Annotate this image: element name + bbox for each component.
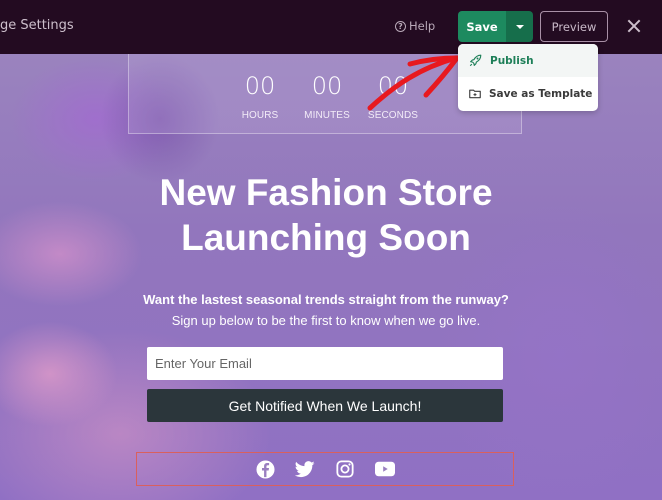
subheadline: Want the lastest seasonal trends straigh… [143, 292, 509, 307]
close-icon[interactable] [625, 17, 643, 35]
question-circle-icon: ? [395, 20, 406, 32]
landing-page-hero: 00 HOURS 00 MINUTES 00 SECONDS New Fashi… [0, 54, 662, 500]
social-icons-row [136, 452, 514, 486]
save-button[interactable]: Save [458, 11, 506, 42]
help-link[interactable]: ? Help [395, 19, 435, 33]
menu-item-label: Publish [490, 54, 534, 67]
help-label: Help [409, 19, 436, 33]
folder-icon [469, 89, 481, 99]
menu-item-save-as-template[interactable]: Save as Template [458, 77, 598, 110]
headline-line-2: Launching Soon [181, 217, 471, 258]
page-headline: New Fashion Store Launching Soon [100, 170, 552, 260]
save-options-toggle[interactable] [506, 11, 533, 42]
caret-down-icon [515, 24, 524, 29]
youtube-icon[interactable] [375, 459, 395, 479]
twitter-icon[interactable] [295, 459, 315, 479]
save-options-menu: Publish Save as Template [458, 44, 598, 111]
description: Sign up below to be the first to know wh… [171, 313, 481, 328]
countdown-seconds: 00 SECONDS [353, 72, 433, 121]
preview-button[interactable]: Preview [540, 11, 608, 42]
menu-item-label: Save as Template [489, 87, 593, 100]
save-button-group: Save [458, 11, 533, 42]
instagram-icon[interactable] [335, 459, 355, 479]
menu-item-publish[interactable]: Publish [458, 44, 598, 77]
page-settings-title: age Settings [0, 18, 74, 33]
email-input[interactable] [147, 347, 503, 380]
facebook-icon[interactable] [255, 459, 275, 479]
headline-line-1: New Fashion Store [159, 172, 493, 213]
countdown-label: SECONDS [367, 110, 419, 121]
countdown-value: 00 [377, 72, 409, 100]
get-notified-button[interactable]: Get Notified When We Launch! [147, 389, 503, 422]
rocket-icon [469, 54, 482, 67]
